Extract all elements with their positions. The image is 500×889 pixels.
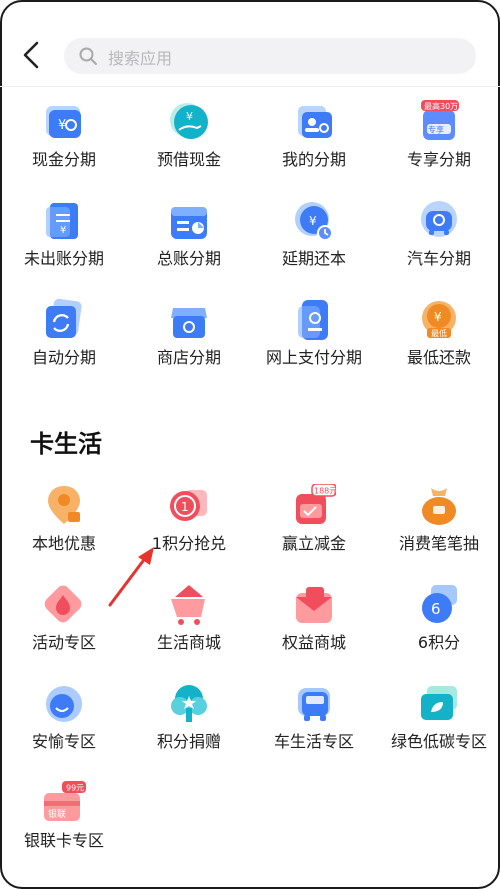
app-label: 权益商城 bbox=[281, 633, 346, 652]
exclusive-installment-icon: 专享 最高30万 bbox=[421, 100, 459, 140]
app-label: 银联卡专区 bbox=[23, 831, 104, 850]
my-installment-icon bbox=[298, 106, 332, 138]
app-exclusive-installment[interactable]: 专享 最高30万 专享分期 bbox=[375, 100, 500, 199]
app-label: 活动专区 bbox=[31, 633, 96, 652]
back-arrow-icon[interactable] bbox=[18, 40, 44, 70]
app-store-installment[interactable]: 商店分期 bbox=[125, 298, 250, 397]
badge-text: 188元 bbox=[314, 487, 336, 496]
app-label: 专享分期 bbox=[406, 150, 471, 169]
app-label: 车生活专区 bbox=[273, 732, 354, 751]
events-zone-icon bbox=[44, 585, 82, 623]
svg-text:¥: ¥ bbox=[60, 225, 66, 236]
green-low-carbon-icon bbox=[421, 686, 457, 720]
app-car-installment[interactable]: 汽车分期 bbox=[375, 199, 500, 298]
svg-text:¥: ¥ bbox=[309, 214, 317, 228]
app-benefits-mall[interactable]: 权益商城 bbox=[250, 583, 375, 682]
app-label: 商店分期 bbox=[156, 348, 221, 367]
app-label: 汽车分期 bbox=[406, 249, 471, 268]
unionpay-card-zone-icon: 银联 99元 bbox=[44, 781, 86, 821]
app-total-bill-installment[interactable]: 总账分期 bbox=[125, 199, 250, 298]
online-payment-installment-icon bbox=[298, 300, 328, 340]
app-online-payment-installment[interactable]: 网上支付分期 bbox=[250, 298, 375, 397]
total-bill-installment-icon bbox=[171, 207, 207, 239]
app-anyu-zone[interactable]: 安愉专区 bbox=[0, 682, 125, 781]
points-redeem-icon: 1 bbox=[170, 490, 207, 521]
app-label: 生活商城 bbox=[156, 633, 221, 652]
app-label: 赢立减金 bbox=[281, 534, 346, 553]
header: 搜索应用 bbox=[0, 0, 500, 87]
unbilled-installment-icon: ¥ bbox=[46, 203, 78, 239]
app-discount-coupon[interactable]: 188元 赢立减金 bbox=[250, 484, 375, 583]
app-label: 预借现金 bbox=[156, 150, 221, 169]
svg-text:6: 6 bbox=[431, 600, 441, 618]
unionpay-tag: 银联 bbox=[48, 808, 66, 820]
app-label: 现金分期 bbox=[31, 150, 96, 169]
app-six-points[interactable]: 6 6积分 bbox=[375, 583, 500, 682]
badge-text: 最高30万 bbox=[424, 101, 458, 111]
app-unionpay-card-zone[interactable]: 银联 99元 银联卡专区 bbox=[0, 781, 125, 880]
app-auto-installment[interactable]: 自动分期 bbox=[0, 298, 125, 397]
app-label: 我的分期 bbox=[281, 150, 346, 169]
deferred-repayment-icon: ¥ bbox=[295, 202, 333, 241]
annotation-arrow-icon bbox=[108, 547, 154, 607]
search-placeholder: 搜索应用 bbox=[108, 49, 173, 68]
app-label: 绿色低碳专区 bbox=[390, 732, 487, 751]
svg-text:¥: ¥ bbox=[186, 110, 193, 123]
search-input[interactable]: 搜索应用 bbox=[64, 38, 476, 74]
store-installment-icon bbox=[171, 308, 207, 338]
app-label: 网上支付分期 bbox=[265, 348, 362, 367]
auto-installment-icon bbox=[46, 298, 82, 338]
car-installment-icon bbox=[421, 201, 457, 237]
discount-coupon-icon: 188元 bbox=[296, 484, 336, 524]
app-minimum-payment[interactable]: ¥ 最低 最低还款 bbox=[375, 298, 500, 397]
life-mall-icon bbox=[171, 585, 205, 625]
app-label: 总账分期 bbox=[156, 249, 221, 268]
app-car-life-zone[interactable]: 车生活专区 bbox=[250, 682, 375, 781]
car-life-zone-icon bbox=[298, 688, 330, 721]
cash-installment-icon: ¥ bbox=[46, 106, 81, 138]
app-label: 未出账分期 bbox=[23, 249, 104, 268]
app-cash-installment[interactable]: ¥ 现金分期 bbox=[0, 100, 125, 199]
app-points-donation[interactable]: 积分捐赠 bbox=[125, 682, 250, 781]
local-deals-icon bbox=[48, 486, 80, 524]
svg-text:¥: ¥ bbox=[434, 310, 442, 324]
anyu-zone-icon bbox=[46, 686, 82, 722]
search-icon bbox=[79, 47, 97, 65]
app-label: 消费笔笔抽 bbox=[398, 534, 479, 553]
app-label: 最低还款 bbox=[406, 348, 471, 367]
app-deferred-repayment[interactable]: ¥ 延期还本 bbox=[250, 199, 375, 298]
app-unbilled-installment[interactable]: ¥ 未出账分期 bbox=[0, 199, 125, 298]
app-label: 安愉专区 bbox=[31, 732, 96, 751]
spend-lottery-icon bbox=[422, 488, 456, 525]
badge-text: 99元 bbox=[66, 784, 84, 793]
points-donation-icon bbox=[171, 685, 207, 722]
app-label: 6积分 bbox=[417, 633, 461, 652]
exclusive-tag: 专享 bbox=[428, 125, 444, 135]
card-life-title: 卡生活 bbox=[30, 430, 102, 458]
app-label: 延期还本 bbox=[281, 249, 346, 268]
app-spend-lottery[interactable]: 消费笔笔抽 bbox=[375, 484, 500, 583]
benefits-mall-icon bbox=[296, 587, 332, 623]
cash-advance-icon: ¥ bbox=[170, 103, 208, 139]
app-green-low-carbon[interactable]: 绿色低碳专区 bbox=[375, 682, 500, 781]
six-points-icon: 6 bbox=[422, 585, 457, 623]
app-my-installment[interactable]: 我的分期 bbox=[250, 100, 375, 199]
app-label: 积分捐赠 bbox=[156, 732, 221, 751]
min-tag: 最低 bbox=[431, 328, 447, 338]
minimum-payment-icon: ¥ 最低 bbox=[422, 301, 456, 338]
app-cash-advance[interactable]: ¥ 预借现金 bbox=[125, 100, 250, 199]
app-label: 自动分期 bbox=[31, 348, 96, 367]
svg-text:1: 1 bbox=[181, 500, 189, 514]
